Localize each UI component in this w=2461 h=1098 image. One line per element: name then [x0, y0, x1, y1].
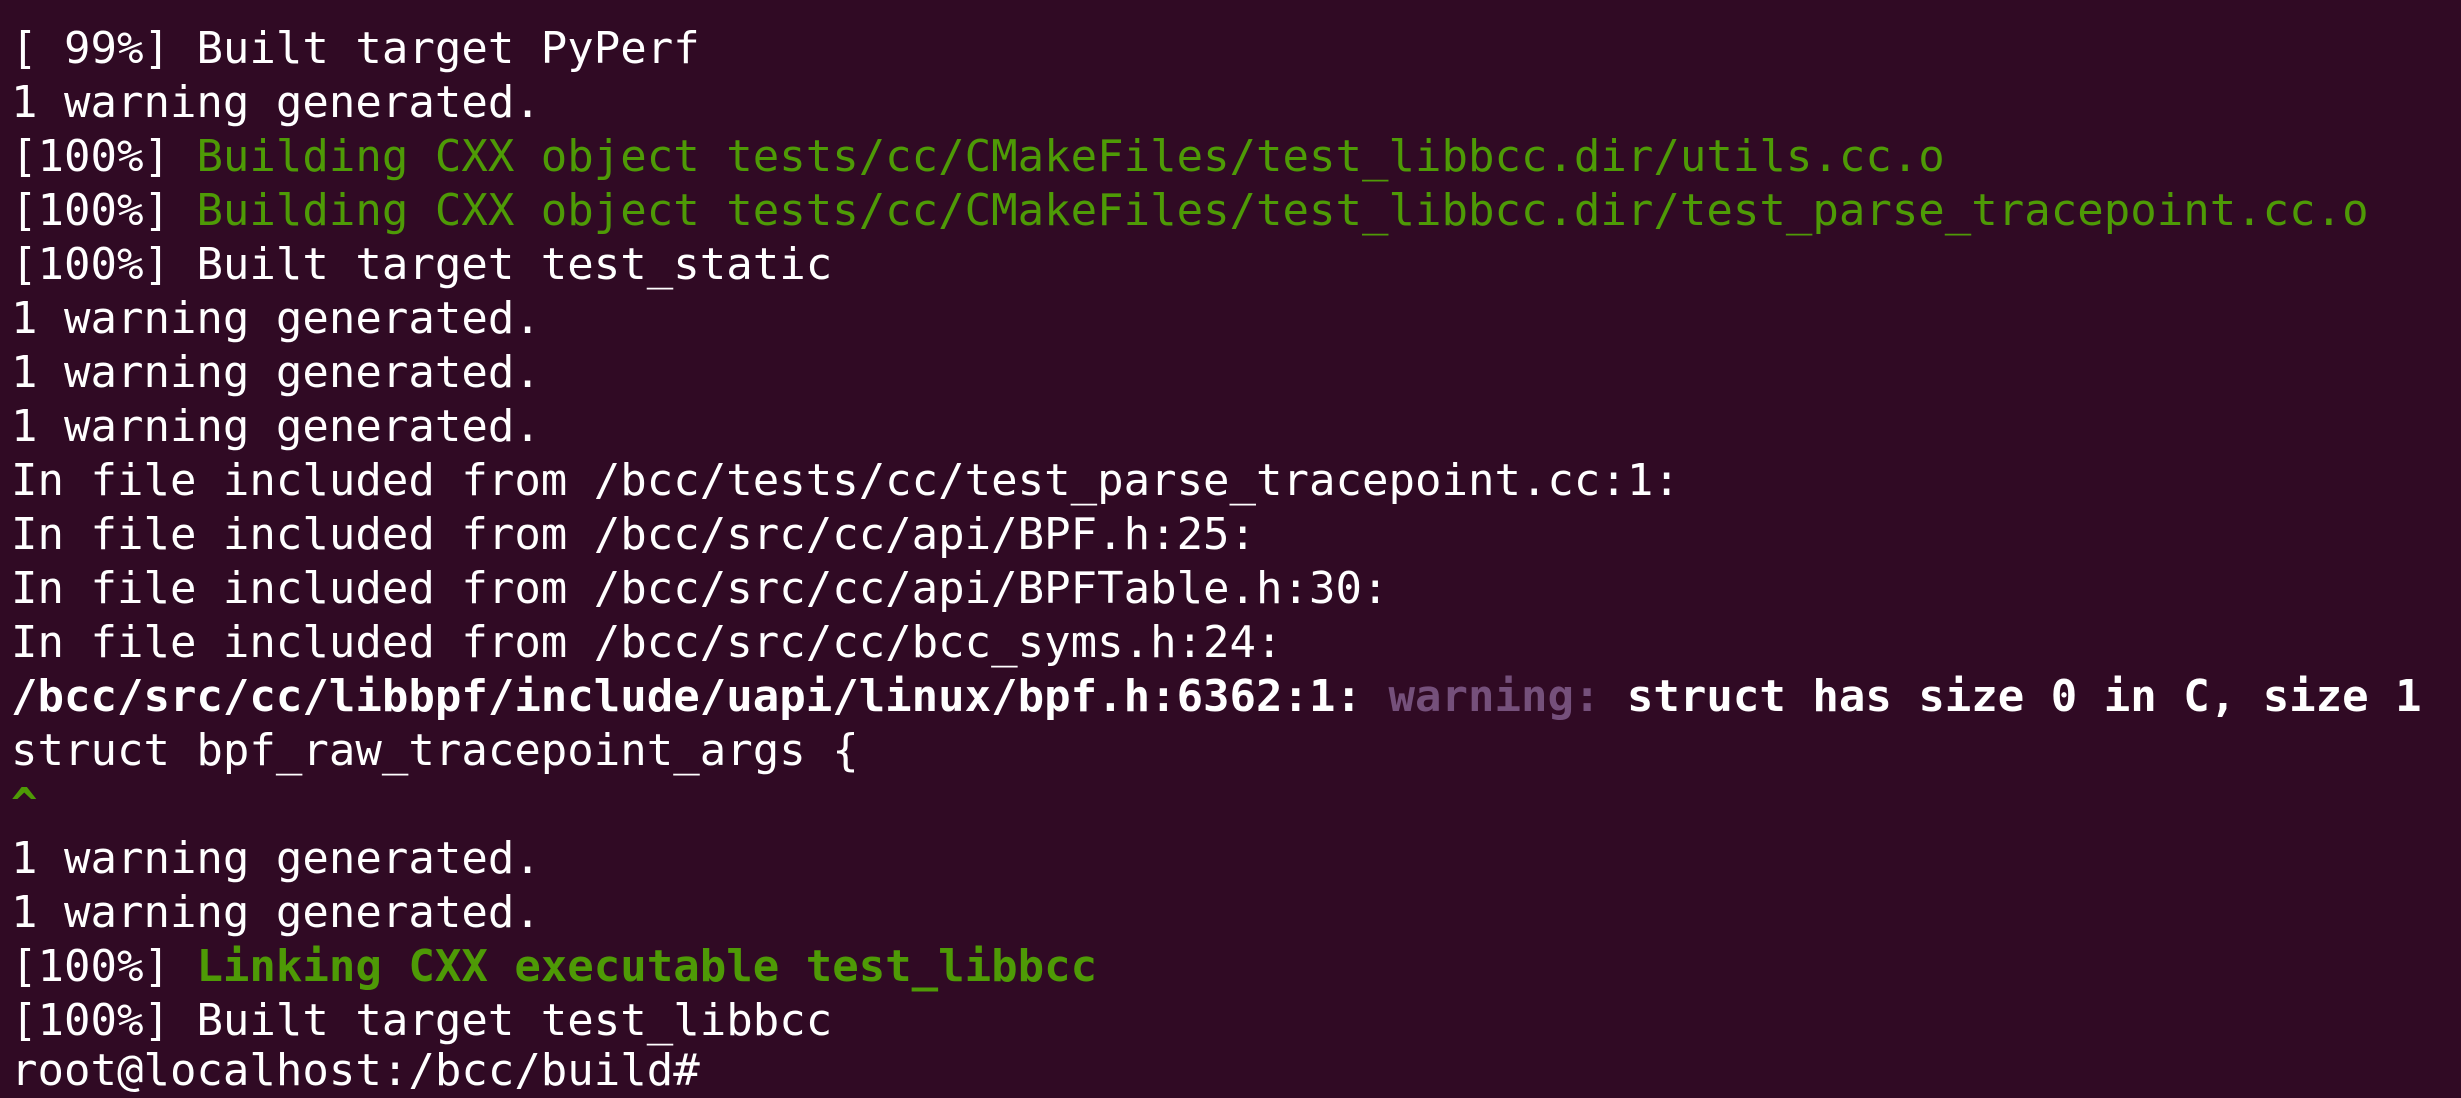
build-message: Built target PyPerf	[196, 23, 700, 74]
progress-prefix: [100%]	[11, 941, 197, 992]
terminal-line: struct bpf_raw_tracepoint_args {	[11, 724, 859, 778]
terminal-line: [100%] Building CXX object tests/cc/CMak…	[11, 130, 1945, 184]
include-trace: In file included from /bcc/src/cc/bcc_sy…	[11, 617, 1283, 668]
terminal-line: 1 warning generated.	[11, 886, 541, 940]
progress-prefix: [100%]	[11, 131, 197, 182]
terminal-line: 1 warning generated.	[11, 76, 541, 130]
build-message: Building CXX object tests/cc/CMakeFiles/…	[196, 185, 2369, 236]
include-trace: In file included from /bcc/tests/cc/test…	[11, 455, 1680, 506]
progress-prefix: [100%]	[11, 185, 197, 236]
warning-label: warning:	[1388, 671, 1627, 722]
command-prompt[interactable]: root@localhost:/bcc/build#	[11, 1044, 700, 1098]
build-message: Built target test_static	[196, 239, 833, 290]
warning-summary: 1 warning generated.	[11, 293, 541, 344]
terminal-line: 1 warning generated.	[11, 832, 541, 886]
terminal-line: In file included from /bcc/src/cc/api/BP…	[11, 562, 1389, 616]
terminal-line: 1 warning generated.	[11, 346, 541, 400]
terminal-line: [100%] Building CXX object tests/cc/CMak…	[11, 184, 2369, 238]
terminal-line: [ 99%] Built target PyPerf	[11, 22, 700, 76]
terminal-line: 1 warning generated.	[11, 292, 541, 346]
warning-summary: 1 warning generated.	[11, 401, 541, 452]
terminal-line: /bcc/src/cc/libbpf/include/uapi/linux/bp…	[11, 670, 2422, 724]
warning-summary: 1 warning generated.	[11, 887, 541, 938]
build-message: Linking CXX executable test_libbcc	[196, 941, 1098, 992]
warning-summary: 1 warning generated.	[11, 347, 541, 398]
build-message: Built target test_libbcc	[196, 995, 833, 1046]
terminal-line: ^	[11, 778, 38, 832]
terminal-line: In file included from /bcc/src/cc/bcc_sy…	[11, 616, 1283, 670]
build-message: Building CXX object tests/cc/CMakeFiles/…	[196, 131, 1945, 182]
progress-prefix: [100%]	[11, 995, 197, 1046]
include-trace: In file included from /bcc/src/cc/api/BP…	[11, 509, 1257, 560]
warning-summary: 1 warning generated.	[11, 77, 541, 128]
terminal-line: [100%] Built target test_libbcc	[11, 994, 832, 1048]
terminal-window[interactable]: [ 99%] Built target PyPerf 1 warning gen…	[0, 0, 2461, 1098]
terminal-line: In file included from /bcc/tests/cc/test…	[11, 454, 1680, 508]
progress-prefix: [100%]	[11, 239, 197, 290]
progress-prefix: [ 99%]	[11, 23, 197, 74]
warning-location: /bcc/src/cc/libbpf/include/uapi/linux/bp…	[11, 671, 1389, 722]
caret-marker: ^	[11, 779, 38, 830]
source-snippet: struct bpf_raw_tracepoint_args {	[11, 725, 859, 776]
terminal-line: In file included from /bcc/src/cc/api/BP…	[11, 508, 1256, 562]
warning-message: struct has size 0 in C, size 1	[1626, 671, 2422, 722]
terminal-line: 1 warning generated.	[11, 400, 541, 454]
warning-summary: 1 warning generated.	[11, 833, 541, 884]
terminal-line: [100%] Built target test_static	[11, 238, 832, 292]
shell-prompt: root@localhost:/bcc/build#	[11, 1045, 700, 1096]
include-trace: In file included from /bcc/src/cc/api/BP…	[11, 563, 1389, 614]
terminal-line: [100%] Linking CXX executable test_libbc…	[11, 940, 1097, 994]
